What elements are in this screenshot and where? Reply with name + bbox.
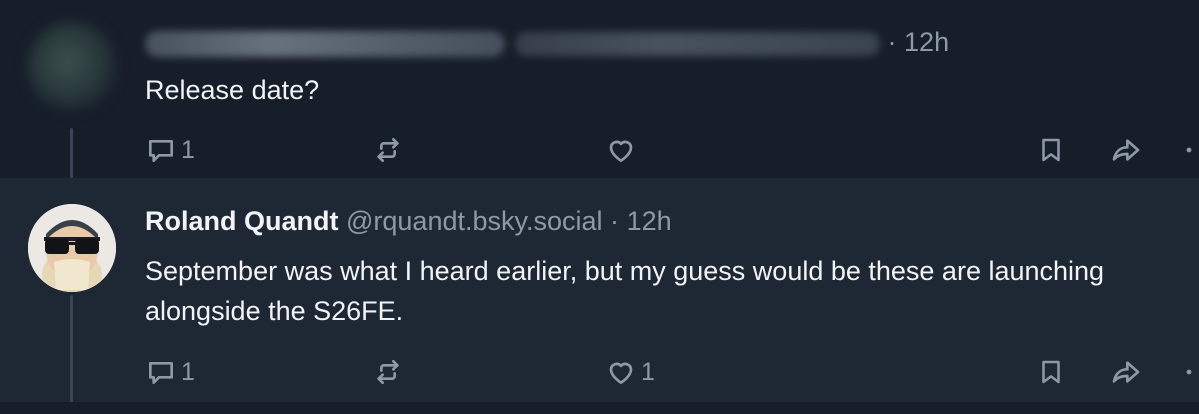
post-header: Roland Quandt @rquandt.bsky.social · 12h [145,205,672,237]
bookmark-icon [1042,360,1060,384]
like-button[interactable]: 1 [605,354,655,390]
next-post-edge [0,402,1199,414]
post-actions: 1 1 [0,354,1199,390]
post-actions: 1 [0,132,1199,168]
more-dots-icon [1186,369,1192,375]
avatar[interactable] [28,204,116,292]
avatar-image [28,204,116,292]
post-text: September was what I heard earlier, but … [145,256,1105,326]
repost-arrows-icon [377,360,399,384]
reply-button[interactable]: 1 [145,132,195,168]
post-header: · 12h [145,26,949,58]
speech-bubble-icon [149,362,173,384]
feed: · 12h Release date? 1 Roland Quandt @rqu… [0,0,1199,414]
more-options-button[interactable] [1182,132,1196,168]
like-button[interactable] [605,132,641,168]
avatar[interactable] [28,22,116,110]
share-arrow-icon [1112,361,1140,383]
author-handle-obscured[interactable] [515,31,880,56]
heart-icon [609,140,633,162]
post-timestamp[interactable]: 12h [627,206,672,236]
separator: · [887,27,897,57]
repost-arrows-icon [377,138,399,162]
reply-count: 1 [181,135,195,164]
author-name[interactable]: Roland Quandt [145,206,338,236]
more-dots-icon [1186,147,1192,153]
share-button[interactable] [1109,354,1143,390]
bookmark-button[interactable] [1036,132,1066,168]
author-name-obscured[interactable] [145,30,505,57]
author-handle[interactable]: @rquandt.bsky.social [346,206,603,236]
share-button[interactable] [1109,132,1143,168]
repost-button[interactable] [372,132,408,168]
repost-button[interactable] [372,354,408,390]
bookmark-icon [1042,138,1060,162]
post-timestamp[interactable]: 12h [904,27,949,57]
like-count: 1 [641,357,655,386]
bookmark-button[interactable] [1036,354,1066,390]
reply-button[interactable]: 1 [145,354,195,390]
separator: · [610,206,620,236]
speech-bubble-icon [149,140,173,162]
post-text: Release date? [145,75,320,105]
share-arrow-icon [1112,139,1140,161]
heart-icon [609,362,633,384]
more-options-button[interactable] [1182,354,1196,390]
reply-count: 1 [181,357,195,386]
